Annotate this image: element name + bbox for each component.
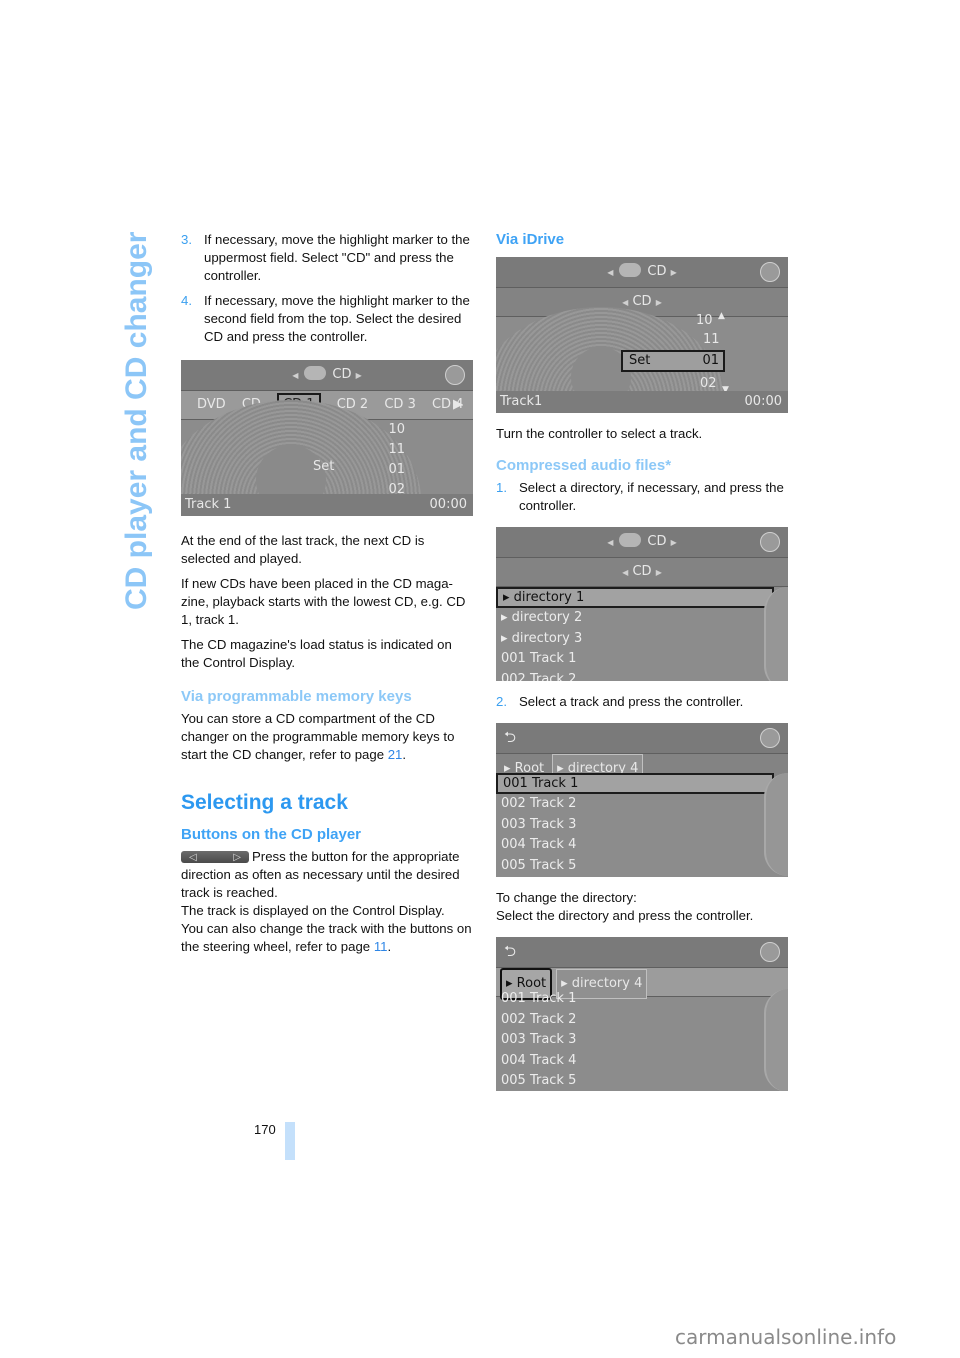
list-item[interactable]: 002 Track 2 bbox=[496, 1010, 788, 1031]
controller-icon bbox=[445, 365, 465, 385]
scrollbar[interactable] bbox=[764, 773, 788, 876]
info-icon bbox=[760, 532, 780, 552]
directory-screen: ◀ CD ▶ ◀ CD ▶ ▸ directory 1 ▸ directory 2… bbox=[496, 527, 788, 681]
list-item[interactable]: 004 Track 4 bbox=[496, 835, 788, 856]
chapter-side-title: CD player and CD changer bbox=[120, 231, 153, 610]
paragraph: To change the directory: Select the direc… bbox=[496, 890, 754, 923]
heading-selecting-track: Selecting a track bbox=[181, 791, 348, 814]
back-icon[interactable]: ⮌ bbox=[504, 729, 516, 745]
track-number[interactable]: 10 bbox=[696, 312, 713, 330]
page-number: 170 bbox=[254, 1122, 276, 1137]
track-list: 001 Track 1 002 Track 2 003 Track 3 004 … bbox=[496, 773, 788, 876]
list-item[interactable]: 003 Track 3 bbox=[496, 1030, 788, 1051]
list-item[interactable]: 002 Track 2 bbox=[496, 670, 788, 682]
prev-arrow-icon: ◁ bbox=[189, 852, 197, 863]
paragraph: Turn the controller to select a track. bbox=[496, 426, 703, 441]
track-number[interactable]: 11 bbox=[381, 440, 405, 460]
step-4: 4. If necessary, move the highlight marke… bbox=[181, 293, 470, 344]
step-1: 1. Select a directory, if necessary, and … bbox=[496, 480, 784, 513]
page-link-21[interactable]: 21 bbox=[388, 747, 403, 762]
screen-header: ◀ CD ▶ bbox=[496, 257, 788, 288]
screen-subheader: ◀ CD ▶ bbox=[496, 558, 788, 587]
screen-header: ◀ CD ▶ bbox=[496, 527, 788, 558]
right-arrow-icon: ▶ bbox=[670, 268, 677, 277]
paragraph: ◁ ▷ Press the button for the appropriate d… bbox=[181, 849, 472, 954]
heading-compressed-audio: Compressed audio files* bbox=[496, 457, 672, 474]
paragraph: At the end of the last track, the next C… bbox=[181, 533, 425, 566]
disc-icon bbox=[619, 263, 642, 277]
disc-icon bbox=[619, 533, 642, 547]
track-number[interactable]: 11 bbox=[703, 331, 720, 349]
track-list: 001 Track 1 002 Track 2 003 Track 3 004 … bbox=[496, 989, 788, 1091]
track-number[interactable]: 10 bbox=[381, 420, 405, 440]
right-arrow-icon: ▶ bbox=[655, 298, 662, 307]
cd-changer-screen: ◀CD ▶ DVD CD CD 1 CD 2 CD 3 CD 4 ▶ Set 1… bbox=[181, 360, 473, 516]
paragraph: You can store a CD compartment of the CD… bbox=[181, 711, 455, 762]
track-list-screen: ⮌ ▸ Root ▸ directory 4 001 Track 1 002 Tr… bbox=[496, 723, 788, 877]
next-arrow-icon: ▷ bbox=[233, 852, 241, 863]
controller-icon bbox=[760, 262, 780, 282]
list-item[interactable]: 001 Track 1 bbox=[496, 649, 788, 670]
watermark: carmanualsonline.info bbox=[675, 1325, 897, 1349]
status-footer: Track1 00:00 bbox=[496, 391, 788, 413]
list-item[interactable]: 004 Track 4 bbox=[496, 1051, 788, 1072]
set-row[interactable]: Set 01 bbox=[621, 350, 725, 372]
track-buttons-image: ◁ ▷ bbox=[181, 851, 249, 863]
step-2: 2. Select a track and press the controlle… bbox=[496, 694, 744, 709]
scrollbar[interactable] bbox=[764, 989, 788, 1091]
status-footer: Track 1 00:00 bbox=[181, 494, 473, 516]
left-arrow-icon: ◀ bbox=[607, 268, 614, 277]
tab-cd3[interactable]: CD 3 bbox=[384, 391, 416, 419]
back-icon[interactable]: ⮌ bbox=[504, 943, 516, 959]
list-item[interactable]: ▸ directory 2 bbox=[496, 608, 788, 629]
screen-header: ⮌ bbox=[496, 937, 788, 968]
heading-memory-keys: Via programmable memory keys bbox=[181, 688, 412, 705]
left-arrow-icon: ◀ bbox=[607, 538, 614, 547]
list-item[interactable]: 002 Track 2 bbox=[496, 794, 788, 815]
right-column: Via iDrive ◀ CD ▶ ◀ CD ▶ Set 01 10 ▲ 11 0… bbox=[496, 231, 792, 1091]
list-item[interactable]: ▸ directory 1 bbox=[496, 587, 774, 608]
track-number-list: 10 11 01 02 bbox=[381, 420, 405, 500]
heading-via-idrive: Via iDrive bbox=[496, 231, 565, 248]
more-tabs-icon[interactable]: ▶ bbox=[453, 391, 463, 419]
list-item[interactable]: 001 Track 1 bbox=[496, 773, 774, 794]
right-arrow-icon: ▶ bbox=[355, 371, 362, 380]
set-label: Set bbox=[313, 459, 335, 474]
page-marker-bar bbox=[285, 1122, 295, 1160]
screen-header: ⮌ bbox=[496, 723, 788, 754]
info-icon bbox=[760, 942, 780, 962]
list-item[interactable]: 005 Track 5 bbox=[496, 1071, 788, 1091]
screen-header: ◀ CD ▶ bbox=[181, 360, 473, 391]
step-3: 3. If necessary, move the highlight marke… bbox=[181, 232, 470, 283]
left-column: 3. If necessary, move the highlight marke… bbox=[181, 231, 473, 956]
info-icon bbox=[760, 728, 780, 748]
list-item[interactable]: 003 Track 3 bbox=[496, 815, 788, 836]
scroll-up-icon[interactable]: ▲ bbox=[718, 307, 725, 325]
paragraph: The CD magazine's load status is indicat… bbox=[181, 637, 452, 670]
idrive-cd-screen: ◀ CD ▶ ◀ CD ▶ Set 01 10 ▲ 11 02 ▼ Track1 0… bbox=[496, 257, 788, 413]
right-arrow-icon: ▶ bbox=[670, 538, 677, 547]
page-link-11[interactable]: 11 bbox=[374, 939, 388, 954]
list-item[interactable]: 005 Track 5 bbox=[496, 856, 788, 877]
scrollbar[interactable] bbox=[764, 587, 788, 681]
left-arrow-icon: ◀ bbox=[622, 298, 629, 307]
change-directory-screen: ⮌ ▸ Root ▸ directory 4 001 Track 1 002 Tr… bbox=[496, 937, 788, 1091]
disc-icon bbox=[304, 366, 327, 380]
paragraph: If new CDs have been placed in the CD ma… bbox=[181, 576, 466, 627]
heading-buttons-cd-player: Buttons on the CD player bbox=[181, 826, 362, 843]
left-arrow-icon: ◀ bbox=[292, 371, 299, 380]
directory-list: ▸ directory 1 ▸ directory 2 ▸ directory … bbox=[496, 587, 788, 681]
list-item[interactable]: 001 Track 1 bbox=[496, 989, 788, 1010]
list-item[interactable]: ▸ directory 3 bbox=[496, 629, 788, 650]
track-number[interactable]: 01 bbox=[381, 460, 405, 480]
